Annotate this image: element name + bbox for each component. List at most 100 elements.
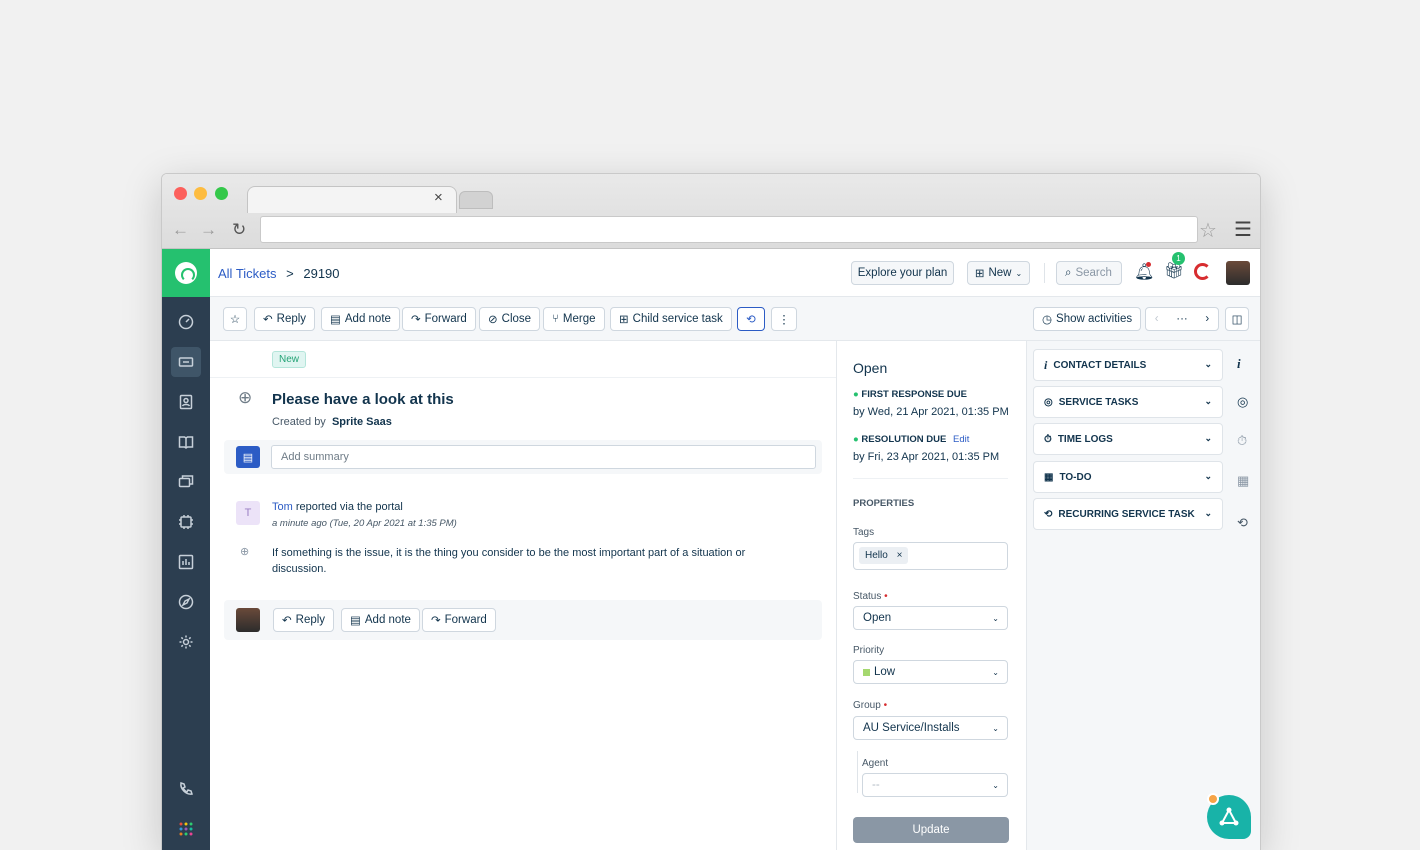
discussions-icon[interactable] — [171, 467, 201, 497]
status-ring-icon[interactable] — [1194, 263, 1211, 280]
reply-bar-forward-button[interactable]: ↷ Forward — [422, 608, 496, 632]
globe-icon: ⊕ — [238, 388, 253, 407]
tab-close-icon[interactable]: × — [434, 189, 443, 206]
more-dots-icon[interactable]: ··· — [1176, 313, 1188, 325]
chevron-down-icon: ⌄ — [992, 724, 999, 733]
plus-square-icon: ⊞ — [619, 314, 629, 326]
sidebar-panel-icon: ◫ — [1231, 314, 1243, 326]
prev-ticket-icon[interactable]: ‹ — [1155, 313, 1159, 325]
search-button[interactable]: ⌕ Search — [1056, 261, 1122, 285]
group-label-text: Group — [853, 700, 881, 711]
remove-tag-icon[interactable]: × — [897, 550, 903, 561]
add-summary-input[interactable]: Add summary — [271, 445, 816, 469]
child-service-task-button[interactable]: ⊞ Child service task — [610, 307, 732, 331]
created-by-label: Created by — [272, 416, 326, 428]
time-logs-accordion[interactable]: ⏱︎ TIME LOGS ⌄ — [1033, 423, 1223, 455]
maximize-window-button[interactable] — [215, 187, 228, 200]
reply-bar-reply-button[interactable]: ↶ Reply — [273, 608, 335, 632]
message-body: If something is the issue, it is the thi… — [272, 547, 746, 575]
address-bar[interactable] — [260, 216, 1198, 243]
recurring-service-task-accordion[interactable]: ⟲ RECURRING SERVICE TASK ⌄ — [1033, 498, 1223, 530]
forward-label: Forward — [424, 313, 467, 325]
priority-select[interactable]: Low ⌄ — [853, 660, 1008, 684]
assets-icon[interactable] — [171, 507, 201, 537]
more-options-button[interactable]: ⋮ — [771, 307, 797, 331]
calendar-icon[interactable]: ▦ — [1237, 473, 1249, 489]
resolution-edit-link[interactable]: Edit — [953, 434, 969, 445]
forward-icon: ↷ — [411, 314, 421, 326]
child-task-label: Child service task — [632, 313, 723, 325]
minimize-window-button[interactable] — [194, 187, 207, 200]
phone-icon[interactable] — [171, 774, 201, 804]
browser-chrome: × ← → ↻ ☆ ☰ — [162, 174, 1260, 249]
help-notification-dot — [1207, 793, 1219, 805]
stopwatch-icon[interactable]: ⏱︎ — [1237, 433, 1247, 449]
back-icon[interactable]: ← — [172, 220, 189, 240]
sidebar — [162, 249, 210, 850]
bookmark-star-icon[interactable]: ☆ — [1199, 218, 1217, 243]
chevron-down-icon: ⌄ — [1204, 471, 1212, 481]
new-dropdown-button[interactable]: ⊞ New ⌄ — [967, 261, 1030, 285]
agent-select[interactable]: -- ⌄ — [862, 773, 1008, 797]
merge-icon: ⑂ — [552, 313, 559, 325]
created-by-name[interactable]: Sprite Saas — [332, 416, 392, 428]
calendar-icon: ▦ — [1044, 471, 1054, 483]
contact-details-accordion[interactable]: i CONTACT DETAILS ⌄ — [1033, 349, 1223, 381]
close-ticket-button[interactable]: ⊘ Close — [479, 307, 541, 331]
settings-gear-icon[interactable] — [171, 627, 201, 657]
solutions-icon[interactable] — [171, 427, 201, 457]
reports-icon[interactable] — [171, 547, 201, 577]
service-tasks-accordion[interactable]: ◎ SERVICE TASKS ⌄ — [1033, 386, 1223, 418]
accordion-label: TO-DO — [1059, 471, 1092, 483]
dashboard-icon[interactable] — [171, 307, 201, 337]
group-select[interactable]: AU Service/Installs ⌄ — [853, 716, 1008, 740]
freshdesk-logo[interactable] — [162, 249, 210, 297]
info-icon[interactable]: i — [1237, 356, 1241, 372]
chevron-down-icon: ⌄ — [1204, 396, 1212, 406]
show-activities-button[interactable]: ◷ Show activities — [1033, 307, 1142, 331]
update-button[interactable]: Update — [853, 817, 1009, 843]
tags-input[interactable]: Hello × — [853, 542, 1008, 570]
reload-icon[interactable]: ↻ — [232, 220, 246, 240]
recurring-icon[interactable]: ⟲ — [1237, 515, 1248, 531]
agent-value: -- — [872, 779, 880, 791]
tickets-icon[interactable] — [171, 347, 201, 377]
compass-icon[interactable]: ◎ — [1237, 394, 1248, 410]
contacts-icon[interactable] — [171, 387, 201, 417]
reply-button[interactable]: ↶ Reply — [254, 307, 316, 331]
forward-icon[interactable]: → — [200, 220, 217, 240]
all-tickets-link[interactable]: All Tickets — [218, 266, 277, 281]
close-window-button[interactable] — [174, 187, 187, 200]
avatar[interactable] — [1226, 261, 1250, 285]
forward-button[interactable]: ↷ Forward — [402, 307, 476, 331]
breadcrumb-separator: > — [286, 266, 294, 281]
add-note-button[interactable]: ▤ Add note — [321, 307, 400, 331]
browser-tab[interactable] — [247, 186, 457, 213]
reply-bar-add-note-button[interactable]: ▤ Add note — [341, 608, 420, 632]
accordion-label: SERVICE TASKS — [1058, 396, 1139, 408]
first-response-text: FIRST RESPONSE DUE — [861, 389, 967, 400]
explore-plan-button[interactable]: Explore your plan — [851, 261, 954, 285]
recurring-task-button[interactable]: ⟲ — [737, 307, 765, 331]
close-label: Close — [501, 313, 532, 325]
to-do-accordion[interactable]: ▦ TO-DO ⌄ — [1033, 461, 1223, 493]
info-icon: i — [1044, 357, 1048, 372]
notification-bell-icon[interactable]: 🔔︎ — [1134, 262, 1154, 282]
field-service-icon[interactable] — [171, 587, 201, 617]
app: All Tickets > 29190 Explore your plan ⊞ N… — [162, 249, 1260, 850]
priority-label: Priority — [853, 645, 885, 656]
new-tab-button[interactable] — [459, 191, 493, 209]
toggle-panel-button[interactable]: ◫ — [1225, 307, 1249, 331]
status-select[interactable]: Open ⌄ — [853, 606, 1008, 630]
reply-icon: ↶ — [263, 314, 273, 326]
star-button[interactable]: ☆ — [223, 307, 247, 331]
merge-button[interactable]: ⑂ Merge — [543, 307, 605, 331]
recurring-icon: ⟲ — [746, 314, 756, 326]
author-name[interactable]: Tom — [272, 501, 293, 513]
browser-menu-icon[interactable]: ☰ — [1234, 217, 1252, 242]
breadcrumb: All Tickets > 29190 — [218, 266, 340, 281]
next-ticket-icon[interactable]: › — [1205, 313, 1209, 325]
check-circle-icon: ⊘ — [488, 314, 498, 326]
star-icon: ☆ — [229, 314, 241, 326]
apps-grid-icon[interactable] — [171, 814, 201, 844]
